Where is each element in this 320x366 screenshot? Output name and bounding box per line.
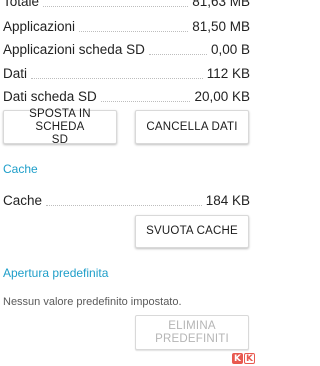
storage-label: Applicazioni scheda SD	[3, 42, 145, 57]
leader-dots	[148, 54, 207, 55]
leader-dots	[79, 31, 189, 32]
clear-defaults-label-line2: PREDEFINITI	[155, 332, 229, 345]
storage-row-apps: Applicazioni 81,50 MB	[3, 19, 250, 35]
defaults-section-title: Apertura predefinita	[3, 266, 109, 280]
move-to-sd-label-line2: SD	[51, 133, 69, 146]
watermark-k-outline-icon: K	[244, 353, 255, 364]
clear-defaults-label-line1: ELIMINA	[168, 319, 216, 332]
leader-dots	[43, 6, 189, 7]
storage-value: 81,50 MB	[192, 19, 250, 34]
leader-dots	[100, 101, 191, 102]
leader-dots	[31, 78, 203, 79]
cache-value: 184 KB	[205, 193, 250, 208]
storage-label: Dati	[3, 66, 28, 81]
storage-row-data: Dati 112 KB	[3, 66, 250, 82]
storage-row-apps-sd: Applicazioni scheda SD 0,00 B	[3, 42, 250, 58]
storage-label: Totale	[3, 0, 40, 9]
cache-row: Cache 184 KB	[3, 193, 250, 209]
cache-label: Cache	[3, 193, 43, 208]
storage-row-total: Totale 81,63 MB	[3, 0, 250, 10]
move-to-sd-button[interactable]: SPOSTA IN SCHEDA SD	[3, 107, 117, 146]
storage-value: 0,00 B	[210, 42, 250, 57]
storage-value: 112 KB	[206, 66, 250, 81]
clear-data-label: CANCELLA DATI	[146, 120, 238, 133]
clear-data-button[interactable]: CANCELLA DATI	[135, 110, 249, 144]
clear-cache-button[interactable]: SVUOTA CACHE	[135, 215, 249, 248]
clear-cache-label: SVUOTA CACHE	[146, 225, 238, 237]
storage-value: 20,00 KB	[194, 89, 250, 104]
storage-value: 81,63 MB	[192, 0, 250, 9]
move-to-sd-label-line1: SPOSTA IN SCHEDA	[29, 107, 91, 133]
storage-label: Applicazioni	[3, 19, 76, 34]
clear-defaults-button[interactable]: ELIMINA PREDEFINITI	[135, 315, 249, 350]
cache-section-title: Cache	[3, 162, 38, 176]
leader-dots	[46, 205, 202, 206]
storage-label: Dati scheda SD	[3, 89, 97, 104]
defaults-note: Nessun valore predefinito impostato.	[3, 296, 182, 308]
storage-row-data-sd: Dati scheda SD 20,00 KB	[3, 89, 250, 105]
watermark-logo: K K	[232, 353, 255, 364]
watermark-k-icon: K	[232, 353, 243, 364]
